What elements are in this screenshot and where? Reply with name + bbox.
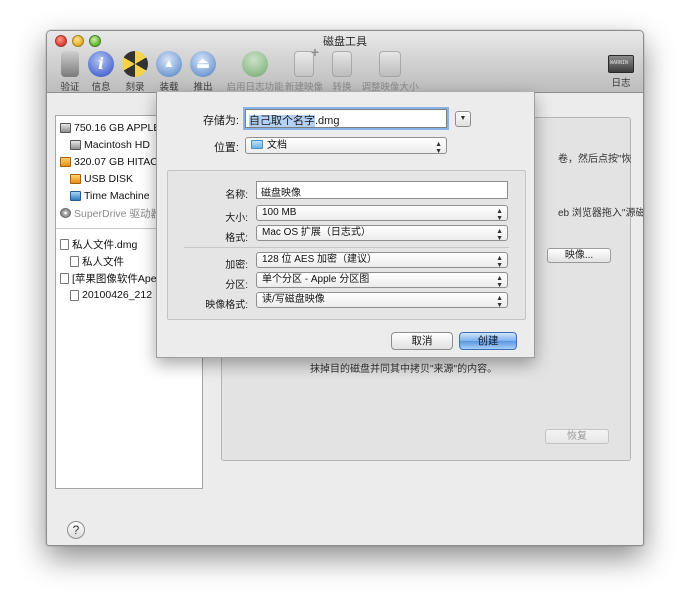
folder-icon — [251, 140, 263, 149]
title-bar: 磁盘工具 验证 信息 刻录 装载 推出 启用日志功能 新建映像 — [47, 31, 643, 93]
where-label: 位置: — [213, 142, 239, 154]
popup-arrows-icon: ▲ ▼ — [496, 295, 503, 309]
cancel-button[interactable]: 取消 — [391, 332, 453, 350]
help-button[interactable]: ? — [67, 521, 85, 539]
restore-description: 抹掉目的磁盘并同其中拷贝"来源"的内容。 — [310, 364, 498, 375]
name-label: 名称: — [225, 190, 248, 201]
convert-icon — [332, 51, 352, 77]
sidebar-item-time-machine[interactable]: Time Machine — [70, 188, 150, 204]
create-button[interactable]: 创建 — [459, 332, 517, 350]
format-value: Mac OS 扩展（日志式） — [262, 227, 371, 238]
log-icon — [608, 55, 634, 73]
sidebar-item-label: 20100426_212 — [82, 289, 153, 301]
disk-image-icon — [60, 238, 69, 250]
format-label: 格式: — [225, 233, 248, 244]
encryption-popup[interactable]: 128 位 AES 加密（建议） ▲ ▼ — [256, 252, 508, 269]
save-as-label: 存储为: — [202, 115, 239, 127]
size-label: 大小: — [225, 213, 248, 224]
image-format-label: 映像格式: — [205, 300, 248, 311]
microscope-icon — [61, 51, 79, 77]
encryption-label: 加密: — [225, 260, 248, 271]
toolbar-resize-image[interactable]: 调整映像大小 — [359, 51, 421, 93]
size-value: 100 MB — [262, 207, 297, 218]
toolbar-label: 信息 — [91, 82, 111, 93]
sidebar-item-label: Time Machine — [84, 190, 150, 202]
where-popup[interactable]: 文档 ▲ ▼ — [245, 137, 447, 155]
toolbar-label: 验证 — [60, 82, 80, 93]
sidebar-item-label: [苹果图像软件Aper — [72, 272, 161, 285]
restore-button[interactable]: 恢复 — [545, 429, 609, 444]
window-title: 磁盘工具 — [323, 36, 367, 48]
sidebar-item-private-volume[interactable]: 私人文件 — [70, 253, 124, 269]
sidebar-item-label: 私人文件.dmg — [72, 238, 138, 251]
image-button[interactable]: 映像... — [547, 248, 611, 263]
hard-drive-icon — [60, 123, 71, 133]
resize-image-icon — [379, 51, 401, 77]
sidebar-item-hitachi-disk[interactable]: 320.07 GB HITAC — [60, 154, 158, 170]
sidebar-item-label: SuperDrive 驱动器 — [74, 207, 161, 220]
disk-image-icon — [60, 272, 69, 284]
new-image-icon — [294, 44, 319, 77]
save-as-extension: .dmg — [315, 115, 340, 127]
toolbar-label: 日志 — [611, 78, 631, 89]
restore-instructions-2: eb 浏览器拖入"源磁 — [558, 208, 644, 219]
hard-drive-icon — [70, 140, 81, 150]
options-divider — [184, 247, 509, 248]
size-popup[interactable]: 100 MB ▲ ▼ — [256, 205, 508, 222]
restore-instructions-1: 卷，然后点按"恢 — [558, 154, 632, 165]
sidebar-item-label: 私人文件 — [82, 255, 124, 268]
format-popup[interactable]: Mac OS 扩展（日志式） ▲ ▼ — [256, 225, 508, 242]
sidebar-item-superdrive[interactable]: SuperDrive 驱动器 — [60, 205, 161, 221]
toolbar-eject[interactable]: 推出 — [180, 51, 226, 93]
popup-arrows-icon: ▲ ▼ — [496, 228, 503, 242]
sidebar-item-label: 750.16 GB APPLE — [74, 122, 161, 134]
info-icon — [88, 51, 114, 77]
external-drive-icon — [70, 174, 81, 184]
sidebar-item-macintosh-hd[interactable]: Macintosh HD — [70, 137, 150, 153]
image-format-value: 读/写磁盘映像 — [262, 294, 325, 305]
sidebar-item-usb-disk[interactable]: USB DISK — [70, 171, 133, 187]
optical-drive-icon — [60, 208, 71, 218]
save-as-selected-text: 自己取个名字 — [249, 115, 315, 127]
sidebar-item-private-dmg[interactable]: 私人文件.dmg — [60, 236, 137, 252]
burn-icon — [122, 51, 148, 77]
image-format-popup[interactable]: 读/写磁盘映像 ▲ ▼ — [256, 292, 508, 309]
external-drive-icon — [60, 157, 71, 167]
volume-icon — [70, 255, 79, 267]
partitions-label: 分区: — [225, 280, 248, 291]
expand-disclosure-button[interactable]: ▼ — [455, 111, 471, 127]
partitions-value: 单个分区 - Apple 分区图 — [262, 274, 370, 285]
popup-arrows-icon: ▲ ▼ — [496, 275, 503, 289]
sidebar-item-label: 320.07 GB HITAC — [74, 156, 158, 168]
name-field[interactable]: 磁盘映像 — [256, 181, 508, 199]
eject-icon — [190, 51, 216, 77]
toolbar-enable-journaling[interactable]: 启用日志功能 — [224, 51, 286, 93]
popup-arrows-icon: ▲ ▼ — [435, 141, 442, 155]
volume-icon — [70, 289, 79, 301]
new-image-save-sheet: 存储为: 自己取个名字.dmg ▼ 位置: 文档 ▲ ▼ 名称: 磁盘映像 大小:… — [156, 92, 535, 358]
toolbar-label: 刻录 — [125, 82, 145, 93]
encryption-value: 128 位 AES 加密（建议） — [262, 254, 378, 265]
sidebar-item-label: Macintosh HD — [84, 139, 150, 151]
partitions-popup[interactable]: 单个分区 - Apple 分区图 ▲ ▼ — [256, 272, 508, 289]
sidebar-item-apple-disk[interactable]: 750.16 GB APPLE — [60, 120, 160, 136]
image-options-box: 名称: 磁盘映像 大小: 100 MB ▲ ▼ 格式: Mac OS 扩展（日志式… — [167, 170, 526, 320]
toolbar-log[interactable]: 日志 — [601, 51, 641, 89]
mount-icon — [156, 51, 182, 77]
where-value: 文档 — [267, 140, 287, 151]
sidebar-item-20100426-volume[interactable]: 20100426_212 — [70, 287, 152, 303]
popup-arrows-icon: ▲ ▼ — [496, 255, 503, 269]
popup-arrows-icon: ▲ ▼ — [496, 208, 503, 222]
save-as-input[interactable]: 自己取个名字.dmg — [245, 109, 447, 128]
sidebar-item-aperture-dmg[interactable]: [苹果图像软件Aper — [60, 270, 160, 286]
sidebar-item-label: USB DISK — [84, 173, 134, 185]
time-machine-drive-icon — [70, 191, 81, 201]
journal-icon — [242, 51, 268, 77]
